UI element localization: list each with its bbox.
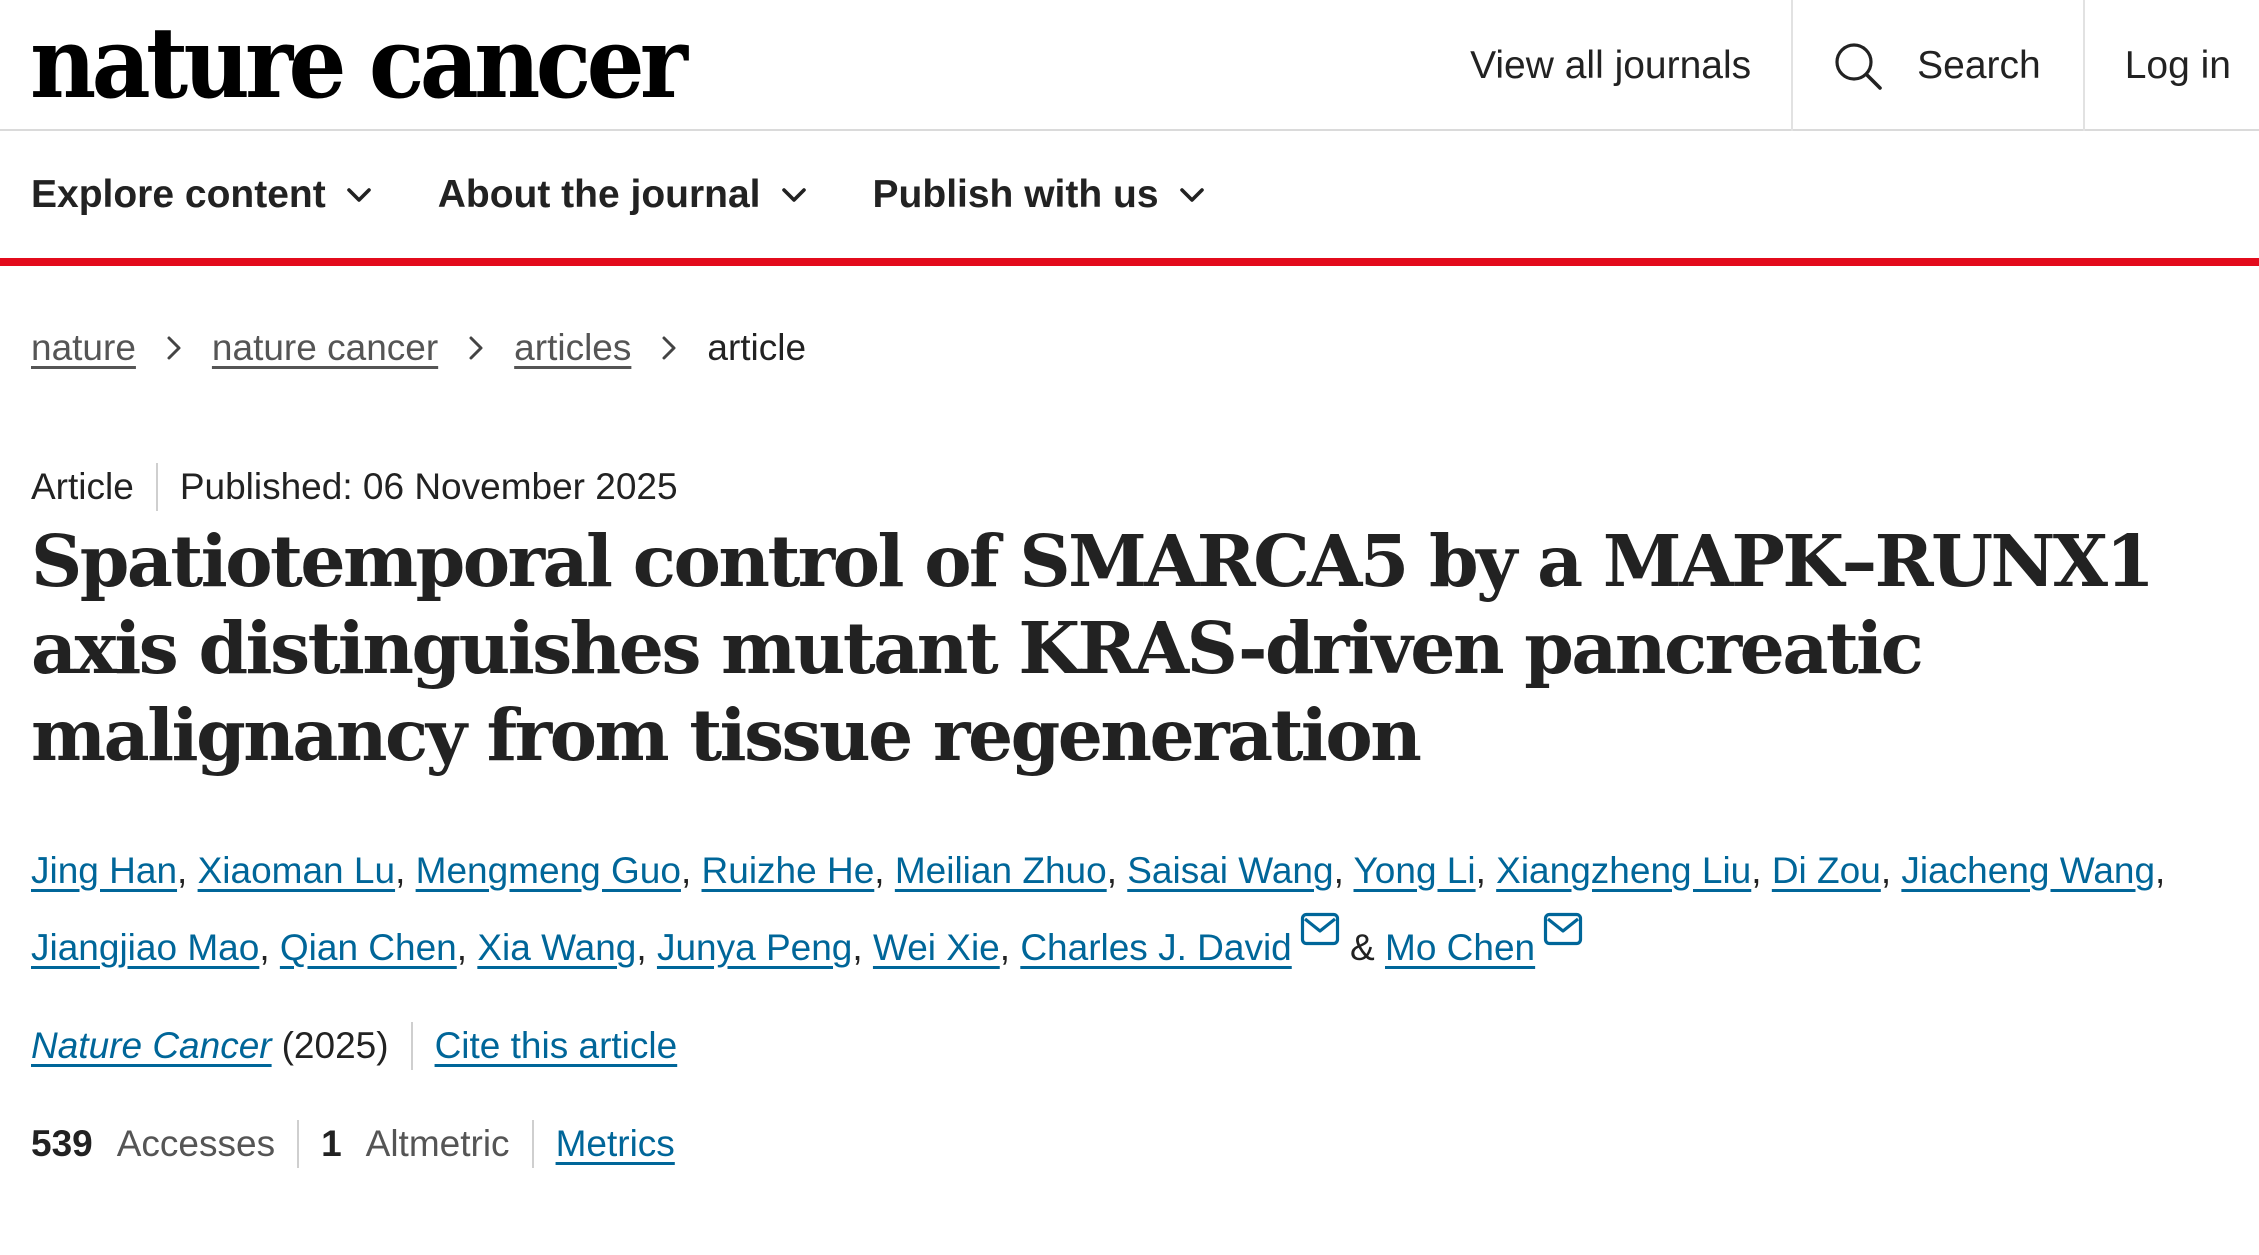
email-icon[interactable] <box>1543 912 1583 946</box>
article-title: Spatiotemporal control of SMARCA5 by a M… <box>31 519 2155 777</box>
author-link[interactable]: Xia Wang <box>477 927 636 968</box>
author-separator: , <box>1880 850 1892 891</box>
altmetric-label: Altmetric <box>365 1123 510 1164</box>
chevron-right-icon <box>469 336 483 360</box>
author-link[interactable]: Junya Peng <box>657 927 852 968</box>
cite-this-article-link[interactable]: Cite this article <box>435 1025 678 1067</box>
metrics-link[interactable]: Metrics <box>556 1123 675 1165</box>
author-separator: , <box>259 927 270 968</box>
article-type: Article <box>31 466 134 507</box>
author-separator: , <box>177 850 188 891</box>
author-separator: , <box>456 927 468 968</box>
author-link[interactable]: Xiangzheng Liu <box>1496 850 1751 891</box>
author-separator: , <box>874 850 885 891</box>
site-header: nature cancer View all journals Search L… <box>0 0 2259 131</box>
author-link[interactable]: Qian Chen <box>280 927 457 968</box>
altmetric-count: 1 <box>321 1123 342 1164</box>
nav-about-the-journal[interactable]: About the journal <box>438 173 807 217</box>
breadcrumb-nature-cancer[interactable]: nature cancer <box>212 327 438 369</box>
divider <box>531 1120 534 1168</box>
publication-year: (2025) <box>281 1025 389 1066</box>
chevron-down-icon <box>781 187 806 202</box>
author-link[interactable]: Meilian Zhuo <box>895 850 1107 891</box>
author-separator: , <box>1475 850 1486 891</box>
breadcrumb-current: article <box>707 327 807 368</box>
accesses-count: 539 <box>31 1123 93 1164</box>
author-link[interactable]: Mengmeng Guo <box>416 850 681 891</box>
chevron-right-icon <box>167 336 181 360</box>
search-button[interactable]: Search <box>1791 0 2083 131</box>
author-link[interactable]: Yong Li <box>1354 850 1476 891</box>
author-separator: , <box>999 927 1011 968</box>
author-link[interactable]: Saisai Wang <box>1127 850 1333 891</box>
divider <box>297 1120 300 1168</box>
author-link[interactable]: Di Zou <box>1772 850 1881 891</box>
author-link[interactable]: Jing Han <box>31 850 177 891</box>
journal-link[interactable]: Nature Cancer <box>31 1025 272 1067</box>
author-ampersand: & <box>1350 927 1375 968</box>
metrics-row: 539 Accesses 1 Altmetric Metrics <box>31 1120 675 1168</box>
author-link[interactable]: Jiangjiao Mao <box>31 927 259 968</box>
view-all-journals-link[interactable]: View all journals <box>1470 0 1791 131</box>
author-separator: , <box>1333 850 1344 891</box>
email-icon[interactable] <box>1300 912 1340 946</box>
nav-publish-with-us[interactable]: Publish with us <box>873 173 1205 217</box>
author-separator: , <box>2155 850 2166 891</box>
author-link[interactable]: Jiacheng Wang <box>1901 850 2155 891</box>
author-link[interactable]: Charles J. David <box>1020 927 1291 968</box>
author-list: Jing Han, Xiaoman Lu, Mengmeng Guo, Ruiz… <box>31 832 2231 986</box>
article-meta: Article Published: 06 November 2025 <box>31 463 678 511</box>
breadcrumb-articles[interactable]: articles <box>514 327 631 369</box>
search-label: Search <box>1917 43 2041 87</box>
author-link[interactable]: Ruizhe He <box>702 850 875 891</box>
author-link[interactable]: Mo Chen <box>1385 927 1535 968</box>
accesses-label: Accesses <box>116 1123 276 1164</box>
journal-logo[interactable]: nature cancer <box>30 7 688 121</box>
search-icon <box>1835 42 1882 90</box>
divider <box>155 463 158 511</box>
breadcrumb: nature nature cancer articles article <box>31 327 806 369</box>
published-date: Published: 06 November 2025 <box>179 466 678 507</box>
chevron-right-icon <box>662 336 676 360</box>
nav-item-label: Publish with us <box>872 172 1159 216</box>
author-link[interactable]: Xiaoman Lu <box>198 850 395 891</box>
login-link[interactable]: Log in <box>2082 0 2259 131</box>
author-separator: , <box>680 850 692 891</box>
author-separator: , <box>852 927 863 968</box>
author-separator: , <box>636 927 647 968</box>
chevron-down-icon <box>1179 187 1204 202</box>
nav-explore-content[interactable]: Explore content <box>31 173 372 217</box>
nav-item-label: About the journal <box>437 172 761 216</box>
author-separator: , <box>1751 850 1762 891</box>
main-navigation: Explore content About the journal Publis… <box>0 131 2259 266</box>
divider <box>410 1022 413 1070</box>
citation-row: Nature Cancer (2025) Cite this article <box>31 1022 677 1070</box>
author-link[interactable]: Wei Xie <box>873 927 1000 968</box>
chevron-down-icon <box>346 187 371 202</box>
header-links: View all journals Search Log in <box>1470 0 2259 131</box>
author-separator: , <box>1106 850 1117 891</box>
author-separator: , <box>395 850 406 891</box>
breadcrumb-nature[interactable]: nature <box>31 327 136 369</box>
nav-item-label: Explore content <box>31 172 326 216</box>
